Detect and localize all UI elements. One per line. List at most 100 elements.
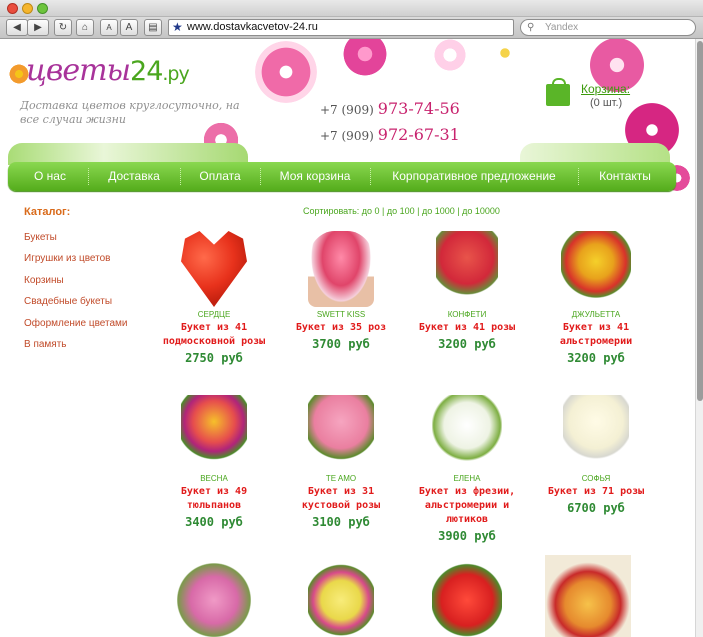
nav-about[interactable]: О нас <box>12 162 88 191</box>
nav-delivery[interactable]: Доставка <box>88 162 180 191</box>
text-smaller-button[interactable]: A <box>100 19 118 36</box>
decorative-flower-icon <box>255 41 317 103</box>
phone-1-number: 973-74-56 <box>377 99 460 118</box>
site-logo[interactable]: цветы24.ру <box>26 53 190 88</box>
vertical-scrollbar[interactable] <box>695 39 703 637</box>
product-name[interactable]: Te Amo <box>276 474 406 483</box>
page-viewport: цветы24.ру Доставка цветов круглосуточно… <box>0 39 695 637</box>
product-name[interactable]: Конфети <box>402 310 532 319</box>
product-image[interactable] <box>308 395 374 471</box>
product-desc: Букет из 41 розы <box>418 322 516 333</box>
logo-word: цветы <box>26 53 131 88</box>
phone-2: +7 (909) 972-67-31 <box>320 125 460 144</box>
product-image[interactable] <box>432 395 502 471</box>
product-price: 3700 руб <box>312 337 370 351</box>
cart-count: (0 шт.) <box>590 97 623 109</box>
catalog-item-baskets[interactable]: Корзины <box>24 275 64 286</box>
product-name[interactable]: Софья <box>531 474 661 483</box>
product-price: 6700 руб <box>567 501 625 515</box>
product-card[interactable] <box>149 555 279 637</box>
decorative-flower-icon <box>482 39 528 73</box>
decorative-flower-icon <box>340 39 390 79</box>
product-card[interactable]: Елена Букет из фрезии, альстромерии и лю… <box>402 395 532 543</box>
search-icon: ⚲ <box>527 22 535 33</box>
product-price: 3200 руб <box>567 351 625 365</box>
product-name[interactable]: Джульетта <box>531 310 661 319</box>
title-bar <box>0 0 703 17</box>
scrollbar-thumb[interactable] <box>697 41 703 401</box>
catalog-item-memorial[interactable]: В память <box>24 339 67 350</box>
product-desc: Букет из 71 розы <box>547 486 645 497</box>
sort-links[interactable]: Сортировать: до 0 | до 100 | до 1000 | д… <box>303 206 500 216</box>
product-name[interactable]: Весна <box>149 474 279 483</box>
home-button[interactable]: ⌂ <box>76 19 94 36</box>
browser-toolbar: ◀ ▶ ↻ ⌂ A A ▤ ★ www.dostavkacvetov-24.ru… <box>0 17 703 39</box>
product-name[interactable]: Елена <box>402 474 532 483</box>
product-card[interactable]: Джульетта Букет из 41 альстромерии 3200 … <box>531 231 661 365</box>
product-image[interactable] <box>545 555 631 637</box>
product-card[interactable]: Сердце Букет из 41 подмосковной розы 275… <box>149 231 279 365</box>
catalog-item-bouquets[interactable]: Букеты <box>24 232 57 243</box>
product-image[interactable] <box>177 555 251 637</box>
product-image[interactable] <box>308 231 374 307</box>
decorative-flower-icon <box>430 39 470 71</box>
product-price: 3400 руб <box>185 515 243 529</box>
print-button[interactable]: ▤ <box>144 19 162 36</box>
product-desc: Букет из 35 роз <box>295 322 387 333</box>
forward-button[interactable]: ▶ <box>27 19 49 36</box>
product-card[interactable]: Swett Kiss Букет из 35 роз 3700 руб <box>276 231 406 351</box>
tagline: Доставка цветов круглосуточно, на все сл… <box>20 99 240 126</box>
logo-domain: .ру <box>162 63 189 85</box>
product-name[interactable]: Сердце <box>149 310 279 319</box>
catalog-item-flower-toys[interactable]: Игрушки из цветов <box>24 253 111 264</box>
product-price: 3200 руб <box>438 337 496 351</box>
nav-contacts[interactable]: Контакты <box>578 162 672 191</box>
logo-number: 24 <box>130 56 163 87</box>
product-card[interactable] <box>276 555 406 637</box>
shopping-bag-icon[interactable] <box>546 78 570 106</box>
search-field[interactable]: ⚲ Yandex <box>520 19 696 36</box>
back-button[interactable]: ◀ <box>6 19 28 36</box>
product-price: 2750 руб <box>185 351 243 365</box>
phone-1-prefix: +7 (909) <box>320 103 374 117</box>
cart-link[interactable]: Корзина: <box>581 82 630 96</box>
nav-corporate[interactable]: Корпоративное предложение <box>370 162 578 191</box>
catalog-item-decoration[interactable]: Оформление цветами <box>24 318 128 329</box>
product-desc: Букет из 41 альстромерии <box>559 322 633 347</box>
product-card[interactable]: Весна Букет из 49 тюльпанов 3400 руб <box>149 395 279 529</box>
product-name[interactable]: Swett Kiss <box>276 310 406 319</box>
text-larger-button[interactable]: A <box>120 19 138 36</box>
product-price: 3100 руб <box>312 515 370 529</box>
product-image[interactable] <box>561 231 631 307</box>
address-bar[interactable]: ★ www.dostavkacvetov-24.ru <box>168 19 514 36</box>
product-desc: Букет из фрезии, альстромерии и лютиков <box>418 486 516 525</box>
reload-button[interactable]: ↻ <box>54 19 72 36</box>
catalog-item-wedding[interactable]: Свадебные букеты <box>24 296 112 307</box>
product-image[interactable] <box>436 231 498 307</box>
product-image[interactable] <box>563 395 629 471</box>
product-image[interactable] <box>181 231 247 307</box>
product-desc: Букет из 31 кустовой розы <box>301 486 381 511</box>
product-image[interactable] <box>432 555 502 637</box>
product-price: 3900 руб <box>438 529 496 543</box>
product-image[interactable] <box>181 395 247 471</box>
product-card[interactable]: Te Amo Букет из 31 кустовой розы 3100 ру… <box>276 395 406 529</box>
browser-window: ◀ ▶ ↻ ⌂ A A ▤ ★ www.dostavkacvetov-24.ru… <box>0 0 703 637</box>
nav-my-cart[interactable]: Моя корзина <box>260 162 370 191</box>
bookmark-star-icon[interactable]: ★ <box>172 20 183 35</box>
phone-2-number: 972-67-31 <box>377 125 460 144</box>
product-card[interactable]: Софья Букет из 71 розы 6700 руб <box>531 395 661 515</box>
nav-payment[interactable]: Оплата <box>180 162 260 191</box>
product-card[interactable] <box>402 555 532 637</box>
zoom-window-button[interactable] <box>37 3 48 14</box>
main-nav: О нас Доставка Оплата Моя корзина Корпор… <box>8 162 676 191</box>
minimize-window-button[interactable] <box>22 3 33 14</box>
catalog-title: Каталог: <box>24 206 71 218</box>
product-card[interactable]: Конфети Букет из 41 розы 3200 руб <box>402 231 532 351</box>
product-image[interactable] <box>308 555 374 637</box>
product-desc: Букет из 41 подмосковной розы <box>162 322 266 347</box>
close-window-button[interactable] <box>7 3 18 14</box>
phone-2-prefix: +7 (909) <box>320 129 374 143</box>
product-card[interactable] <box>523 555 653 637</box>
url-text: www.dostavkacvetov-24.ru <box>187 21 318 33</box>
